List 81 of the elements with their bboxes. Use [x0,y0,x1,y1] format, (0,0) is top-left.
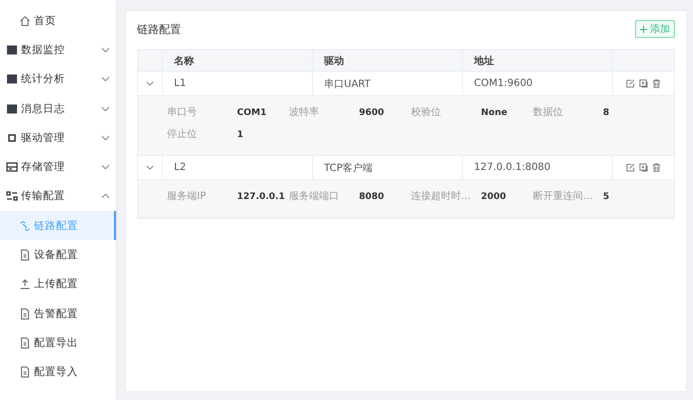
sidebar-item[interactable]: 首页 [0,6,116,36]
column-header: 地址 [463,50,613,71]
sidebar-item[interactable]: 统计分析 [0,64,116,94]
detail-label: 服务端端口 [289,190,340,203]
edit-icon[interactable] [626,163,635,172]
document-icon [19,249,31,262]
document-icon [19,308,31,320]
sidebar-subitem[interactable]: 告警配置 [0,298,116,328]
delete-icon[interactable] [652,163,661,172]
copy-icon[interactable] [639,79,648,88]
menu-item-icon [6,190,18,202]
menu-item-icon [6,73,18,86]
copy-icon[interactable] [639,163,648,172]
table-cell: L1 [163,72,313,95]
menu-label: 配置导入 [34,365,79,380]
detail-value: None [481,108,508,118]
sidebar-item[interactable]: 存储管理 [0,152,116,182]
sidebar-subitem[interactable]: 配置导入 [0,358,116,387]
menu-item-icon [6,161,18,174]
sidebar-item[interactable]: 消息日志 [0,94,116,124]
detail-value: 5 [603,192,610,202]
menu-label: 统计分析 [21,72,66,86]
detail-value: 2000 [481,192,506,202]
delete-icon[interactable] [652,79,661,88]
menu-label: 消息日志 [21,102,66,116]
detail-label: 串口号 [167,106,198,119]
menu-label: 设备配置 [34,248,79,262]
chevron-down-icon[interactable] [101,134,110,141]
detail-value: 8 [603,108,610,118]
menu-label: 驱动管理 [21,130,66,145]
chevron-down-icon[interactable] [101,106,110,112]
plus-icon [640,26,647,32]
page-title: 链路配置 [137,22,181,36]
detail-label: 连接超时时... [411,190,472,203]
sidebar-item[interactable]: 驱动管理 [0,123,116,152]
column-header: 驱动 [313,50,463,71]
chevron-up-icon[interactable] [101,193,110,200]
sidebar-subitem[interactable]: 设备配置 [0,240,116,270]
chevron-down-icon[interactable] [101,46,110,53]
chevron-down-icon[interactable] [101,76,110,82]
detail-label: 停止位 [167,128,198,141]
detail-value: 9600 [359,108,384,118]
menu-item-icon [6,102,18,115]
sidebar-subitem[interactable]: 配置导出 [0,328,116,358]
detail-value: 127.0.0.1 [237,192,285,202]
detail-label: 断开重连间... [533,190,594,203]
edit-icon[interactable] [626,79,635,88]
table-cell: L2 [163,156,313,179]
sidebar-item[interactable]: 数据监控 [0,35,116,65]
chevron-down-icon[interactable] [146,81,154,86]
document-icon [19,366,31,378]
table-cell: 串口UART [313,72,463,95]
chevron-down-icon[interactable] [101,164,110,170]
menu-label: 首页 [34,14,57,28]
menu-label: 数据监控 [21,42,66,57]
menu-label: 上传配置 [34,277,79,292]
menu-label: 配置导出 [34,336,79,350]
chevron-down-icon[interactable] [146,165,154,170]
menu-label: 存储管理 [21,160,66,174]
menu-item-icon [6,132,18,144]
detail-value: 8080 [359,192,384,202]
home-icon [19,14,31,27]
link-icon [19,220,31,232]
menu-item-icon [6,44,18,56]
menu-label: 传输配置 [21,189,66,204]
detail-value: COM1 [237,108,266,118]
detail-label: 服务端IP [167,190,207,203]
sidebar-item[interactable]: 传输配置 [0,182,116,212]
detail-label: 校验位 [411,106,442,119]
upload-icon [19,278,31,290]
document-icon [19,336,31,349]
detail-label: 波特率 [289,106,320,119]
menu-label: 告警配置 [34,306,79,321]
table-cell: TCP客户端 [313,156,463,179]
table-cell: COM1:9600 [463,72,613,95]
sidebar-subitem[interactable]: 上传配置 [0,270,116,299]
menu-label: 链路配置 [34,218,79,233]
detail-label: 数据位 [533,106,564,119]
detail-value: 1 [237,130,244,140]
column-header: 名称 [163,50,313,71]
table-cell: 127.0.0.1:8080 [463,156,613,179]
